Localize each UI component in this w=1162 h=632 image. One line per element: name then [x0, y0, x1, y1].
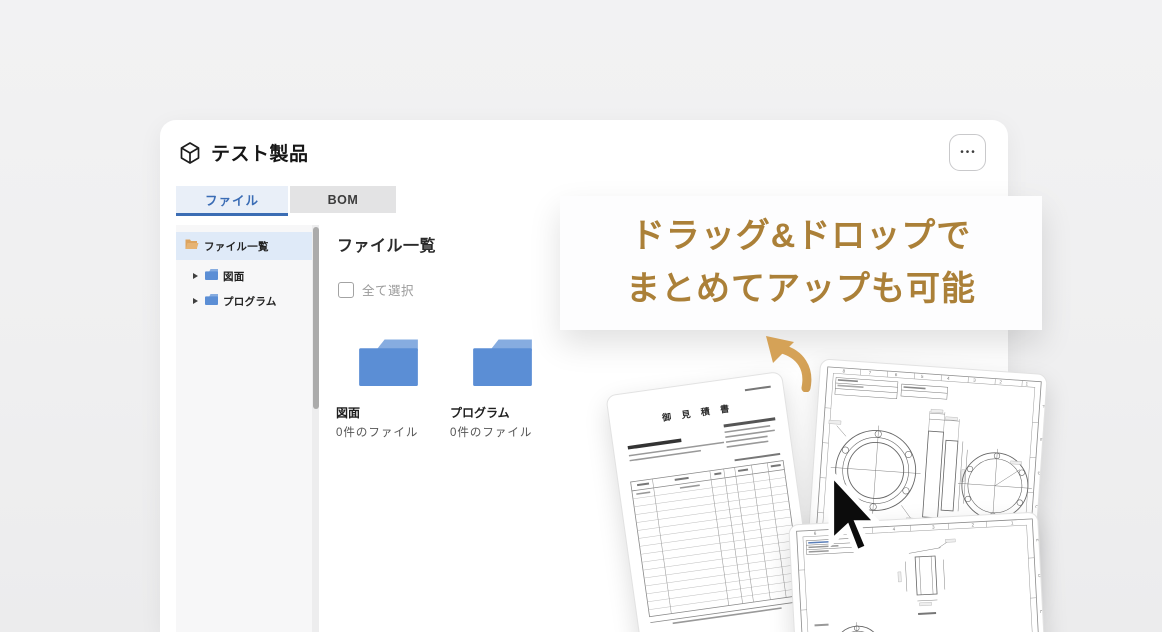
sidebar-item-file-list[interactable]: ファイル一覧 [176, 232, 312, 260]
chevron-right-icon[interactable] [193, 273, 198, 279]
drawing-frame-numbers: 8 7 6 5 4 3 2 1 [842, 368, 1028, 386]
folder-tile-programs[interactable]: プログラム 0件のファイル [450, 339, 562, 440]
select-all-checkbox[interactable] [338, 282, 354, 298]
more-options-button[interactable]: ••• [949, 134, 986, 171]
folder-tile-drawings[interactable]: 図面 0件のファイル [336, 339, 448, 440]
mouse-cursor-icon [826, 470, 884, 563]
drawing-frame-letters: E D C B [1035, 538, 1045, 632]
sidebar-scrollbar-thumb[interactable] [313, 227, 319, 409]
quote-document-illustration: 御 見 積 書 [605, 371, 818, 632]
panel-header: テスト製品 [178, 139, 309, 166]
promo-banner: ドラッグ&ドロップで まとめてアップも可能 [560, 196, 1042, 330]
chevron-right-icon[interactable] [193, 298, 198, 304]
folder-name: プログラム [450, 404, 562, 421]
promo-text-line1: ドラッグ&ドロップで [631, 210, 972, 263]
sidebar-item-programs[interactable]: プログラム [176, 288, 312, 314]
folder-file-count: 0件のファイル [450, 424, 562, 440]
tab-files[interactable]: ファイル [176, 186, 288, 213]
folder-icon [205, 267, 218, 285]
screenshot-stage: テスト製品 ••• ファイル BOM ファイル一覧 [0, 0, 1162, 632]
page-title: テスト製品 [211, 139, 309, 166]
folder-icon [473, 339, 562, 391]
sidebar-item-label: ファイル一覧 [204, 239, 269, 254]
folder-icon [359, 339, 448, 391]
open-folder-icon [185, 237, 199, 255]
content-heading: ファイル一覧 [337, 232, 436, 256]
sidebar-item-label: プログラム [223, 294, 277, 309]
sidebar-item-drawings[interactable]: 図面 [176, 263, 312, 289]
select-all-row[interactable]: 全て選択 [338, 280, 414, 299]
promo-text-line2: まとめてアップも可能 [626, 263, 976, 316]
tab-files-label: ファイル [205, 190, 259, 209]
ellipsis-icon: ••• [958, 148, 977, 158]
tab-bom-label: BOM [328, 193, 359, 207]
folder-file-count: 0件のファイル [336, 424, 448, 440]
select-all-label: 全て選択 [362, 280, 414, 299]
folder-name: 図面 [336, 404, 448, 421]
tab-bar: ファイル BOM [176, 186, 396, 213]
folder-icon [205, 292, 218, 310]
sidebar-item-label: 図面 [223, 269, 245, 284]
folder-tree-sidebar: ファイル一覧 図面 プログラム [176, 225, 312, 632]
tab-bom[interactable]: BOM [290, 186, 396, 213]
product-cube-icon [178, 141, 202, 165]
sidebar-scrollbar-track[interactable] [312, 225, 319, 632]
